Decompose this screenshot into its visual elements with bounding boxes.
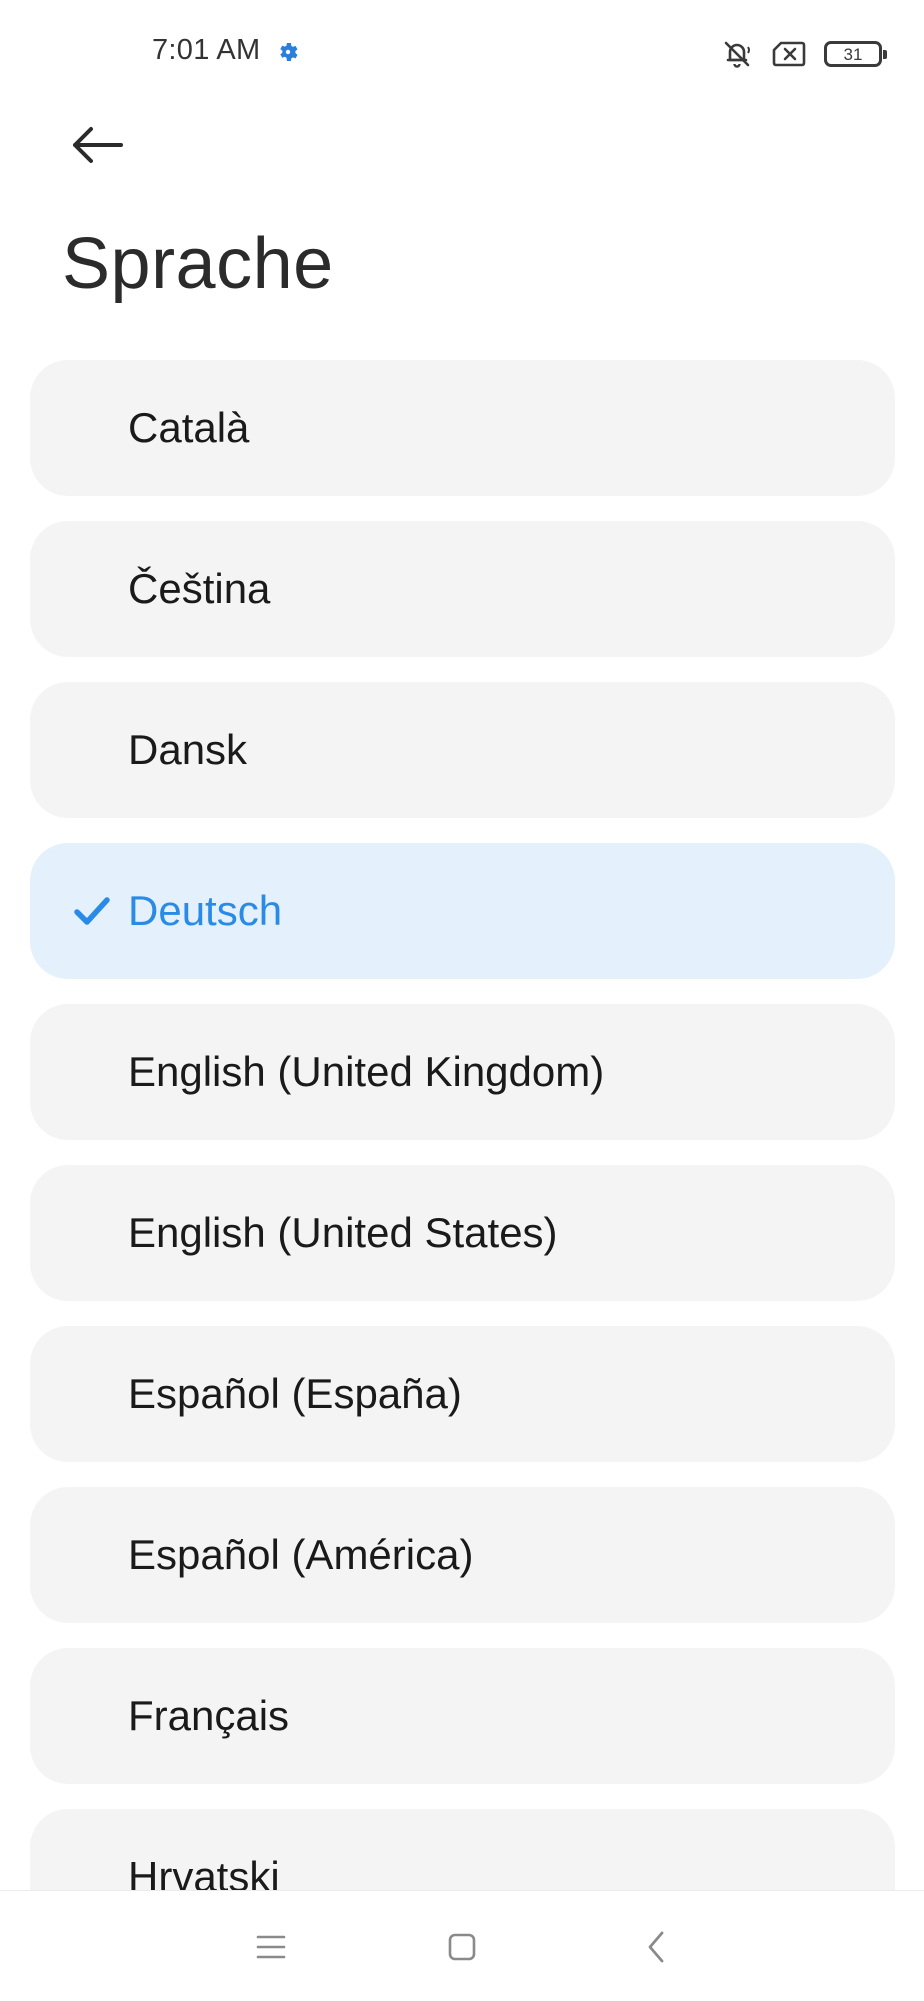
language-item-espanol-espana[interactable]: Español (España) <box>30 1326 895 1462</box>
home-button[interactable] <box>434 1919 490 1975</box>
system-back-button[interactable] <box>628 1919 684 1975</box>
language-label: Español (España) <box>128 1370 462 1417</box>
language-label: Français <box>128 1692 290 1739</box>
status-bar: 7:01 AM 31 <box>0 0 924 108</box>
checkmark-icon <box>72 891 112 931</box>
recent-apps-button[interactable] <box>243 1919 299 1975</box>
language-item-francais[interactable]: Français <box>30 1648 895 1784</box>
battery-level: 31 <box>843 44 863 64</box>
bell-muted-icon <box>720 37 754 71</box>
battery-icon: 31 <box>824 41 887 67</box>
sim-error-icon <box>772 41 806 67</box>
page-title: Sprache <box>62 224 334 304</box>
language-label: Čeština <box>128 565 271 612</box>
status-icons: 31 <box>720 34 887 74</box>
language-item-english-uk[interactable]: English (United Kingdom) <box>30 1004 895 1140</box>
arrow-left-icon <box>73 127 123 163</box>
language-label: English (United Kingdom) <box>128 1048 605 1095</box>
language-label: Català <box>128 404 250 451</box>
menu-icon <box>256 1935 286 1959</box>
language-label: Español (América) <box>128 1531 474 1578</box>
navigation-bar <box>0 1890 924 2001</box>
language-label: Hrvatski <box>128 1853 280 1890</box>
back-chevron-icon <box>648 1931 664 1963</box>
home-icon <box>448 1933 476 1961</box>
language-list[interactable]: Català Čeština Dansk Deutsch English (Un… <box>30 360 895 1890</box>
language-label: Dansk <box>128 726 248 773</box>
language-label: English (United States) <box>128 1209 558 1256</box>
settings-gear-icon <box>276 40 300 64</box>
status-time: 7:01 AM <box>152 34 261 66</box>
back-button[interactable] <box>62 115 132 175</box>
language-item-espanol-america[interactable]: Español (América) <box>30 1487 895 1623</box>
language-item-english-us[interactable]: English (United States) <box>30 1165 895 1301</box>
language-item-deutsch[interactable]: Deutsch <box>30 843 895 979</box>
language-item-dansk[interactable]: Dansk <box>30 682 895 818</box>
language-item-hrvatski[interactable]: Hrvatski <box>30 1809 895 1890</box>
language-item-catala[interactable]: Català <box>30 360 895 496</box>
language-label: Deutsch <box>128 887 283 934</box>
language-item-cestina[interactable]: Čeština <box>30 521 895 657</box>
